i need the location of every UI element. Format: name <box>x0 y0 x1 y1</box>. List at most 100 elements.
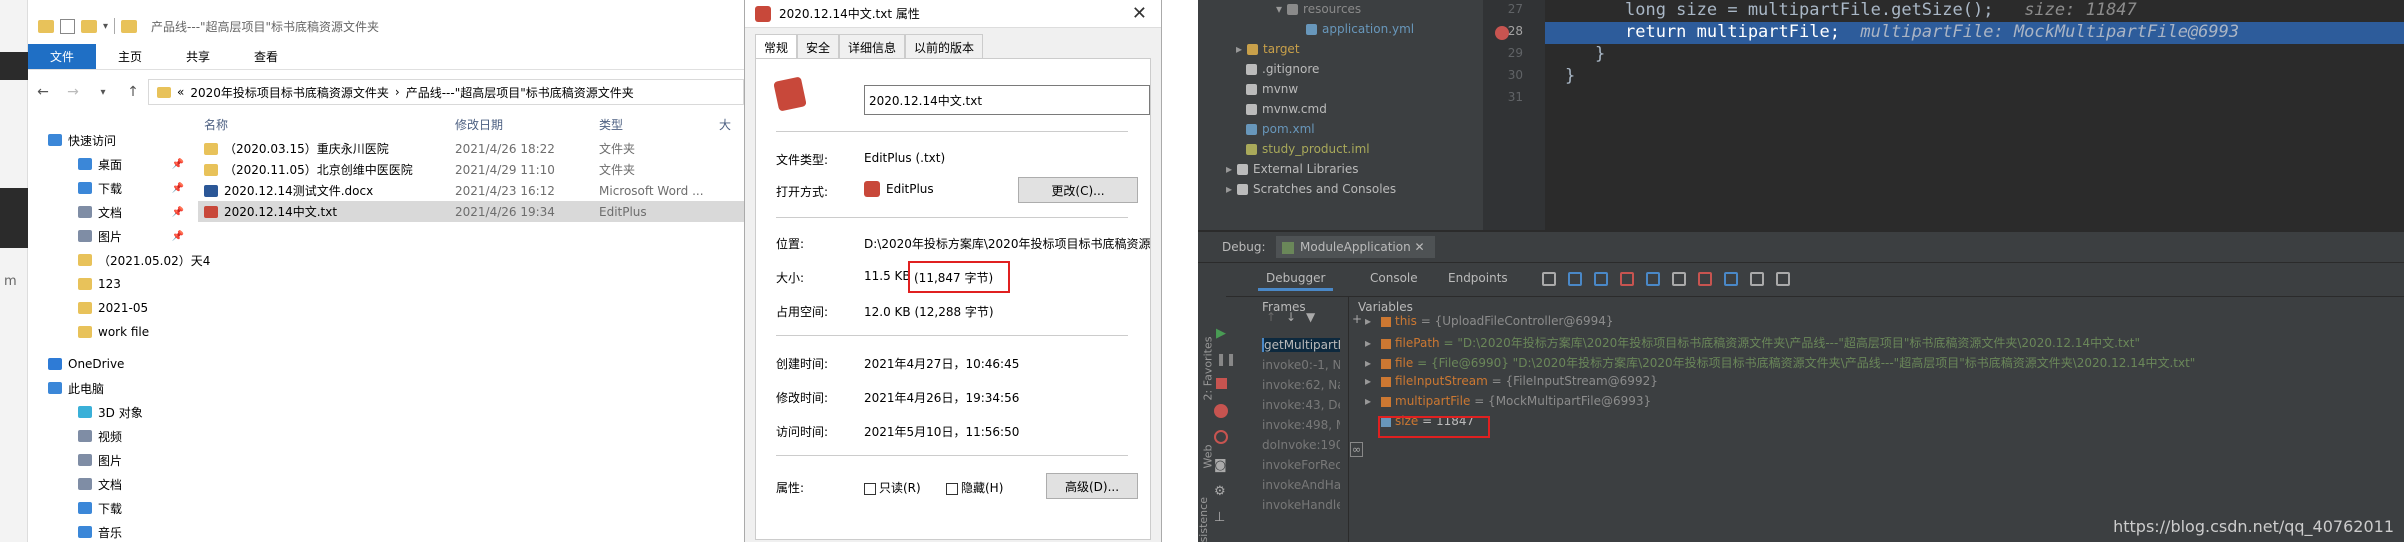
pin-icon[interactable]: ⊥ <box>1214 510 1225 525</box>
up-arrow-icon[interactable]: ↑ <box>118 84 148 100</box>
nav-item[interactable]: （2021.05.02）天4 <box>28 248 210 272</box>
readonly-checkbox[interactable]: 只读(R) <box>864 479 921 496</box>
stack-frame[interactable]: invokeHandle <box>1262 498 1340 512</box>
stack-frame[interactable]: doInvoke:190 <box>1262 438 1340 452</box>
tab-console[interactable]: Console <box>1362 268 1426 288</box>
expand-arrow-icon[interactable]: ▸ <box>1365 356 1377 370</box>
variable-row[interactable]: ▸ file = {File@6990} "D:\2020年投标方案库\2020年… <box>1365 354 2195 371</box>
variable-row[interactable]: ▸ fileInputStream = {FileInputStream@6992… <box>1365 374 1658 388</box>
variable-row[interactable]: ▸ multipartFile = {MockMultipartFile@6993… <box>1365 394 1651 408</box>
nav-item[interactable]: 此电脑 <box>28 376 188 400</box>
tab-previous-versions[interactable]: 以前的版本 <box>905 34 984 60</box>
nav-item[interactable]: 123 <box>28 272 188 296</box>
project-tree-item[interactable]: ▸ Scratches and Consoles <box>1226 182 1396 196</box>
pin-icon[interactable]: 📌 <box>172 183 184 194</box>
expand-arrow-icon[interactable]: ▾ <box>1276 2 1282 16</box>
stack-frame[interactable]: invoke:498, M <box>1262 418 1340 432</box>
tab-view[interactable]: 查看 <box>232 44 300 69</box>
add-watch-icon[interactable]: + <box>1352 312 1362 326</box>
resume-icon[interactable]: ▶ <box>1216 326 1226 341</box>
settings-icon[interactable]: ⚙ <box>1214 484 1226 499</box>
expand-arrow-icon[interactable]: ▸ <box>1365 394 1377 408</box>
nav-item[interactable]: 文档 <box>28 472 188 496</box>
nav-item[interactable]: 2021-05 <box>28 296 188 320</box>
pin-icon[interactable]: 📌 <box>172 231 184 242</box>
stop-icon[interactable] <box>1216 378 1227 389</box>
file-row[interactable]: 2020.12.14中文.txt 2021/4/26 19:34 EditPlus <box>198 201 744 222</box>
tab-general[interactable]: 常规 <box>755 34 798 60</box>
nav-item[interactable]: 文档 📌 <box>28 200 188 224</box>
project-tree-item[interactable]: ▸ External Libraries <box>1226 162 1358 176</box>
tab-endpoints[interactable]: Endpoints <box>1440 268 1516 288</box>
project-tree-item[interactable]: mvnw.cmd <box>1246 102 1327 116</box>
breakpoints-icon[interactable] <box>1214 404 1228 418</box>
nav-item[interactable]: 图片 <box>28 448 188 472</box>
nav-item[interactable]: 图片 📌 <box>28 224 188 248</box>
layout-icon[interactable] <box>1776 272 1790 286</box>
infinity-icon[interactable]: ∞ <box>1350 442 1364 457</box>
file-row[interactable]: （2020.11.05）北京创维中医医院 2021/4/29 11:10 文件夹 <box>198 159 744 180</box>
stack-frame[interactable]: invoke:43, De <box>1262 398 1340 412</box>
favorites-tab[interactable]: 2: Favorites <box>1201 337 1214 401</box>
nav-item[interactable]: 下载 📌 <box>28 176 188 200</box>
web-tab[interactable]: Web <box>1201 445 1214 469</box>
column-name[interactable]: 名称 <box>198 116 455 133</box>
column-size[interactable]: 大 <box>719 116 739 133</box>
variable-row[interactable]: ▸ filePath = "D:\2020年投标方案库\2020年投标项目标书底稿… <box>1365 334 2140 351</box>
column-date[interactable]: 修改日期 <box>455 116 599 133</box>
forward-arrow-icon[interactable]: → <box>58 84 88 100</box>
file-row[interactable]: （2020.03.15）重庆永川医院 2021/4/26 18:22 文件夹 <box>198 138 744 159</box>
breadcrumb-overflow[interactable]: « <box>177 85 184 99</box>
stack-frame[interactable]: invoke0:-1, N <box>1262 358 1340 372</box>
tab-home[interactable]: 主页 <box>96 44 164 69</box>
breakpoint-icon[interactable] <box>1495 26 1509 40</box>
project-tree-item[interactable]: study_product.iml <box>1246 142 1370 156</box>
expand-arrow-icon[interactable]: ▸ <box>1226 182 1232 196</box>
nav-item[interactable]: 桌面 📌 <box>28 152 188 176</box>
nav-item[interactable]: 3D 对象 <box>28 400 188 424</box>
breadcrumb-item[interactable]: 产品线---"超高层项目"标书底稿资源文件夹 <box>406 84 634 101</box>
chevron-down-icon[interactable]: ▾ <box>103 21 108 32</box>
force-step-into-icon[interactable] <box>1620 272 1634 286</box>
expand-arrow-icon[interactable]: ▸ <box>1226 162 1232 176</box>
stack-frame[interactable]: invokeAndHa <box>1262 478 1340 492</box>
breadcrumb-item[interactable]: 2020年投标项目标书底稿资源文件夹 <box>190 84 389 101</box>
run-to-cursor-icon[interactable] <box>1698 272 1712 286</box>
table-icon[interactable] <box>1750 272 1764 286</box>
pause-icon[interactable]: ❚❚ <box>1216 352 1236 366</box>
hidden-checkbox[interactable]: 隐藏(H) <box>946 479 1003 496</box>
new-folder-icon[interactable] <box>81 19 97 33</box>
list-icon[interactable] <box>1542 272 1556 286</box>
debug-session-tab[interactable]: ModuleApplication ✕ <box>1276 236 1435 258</box>
tab-debugger[interactable]: Debugger <box>1258 268 1334 291</box>
tab-security[interactable]: 安全 <box>797 34 840 60</box>
filename-input[interactable]: 2020.12.14中文.txt <box>864 85 1150 115</box>
column-type[interactable]: 类型 <box>599 116 719 133</box>
tab-share[interactable]: 共享 <box>164 44 232 69</box>
properties-icon[interactable] <box>60 18 75 34</box>
expand-arrow-icon[interactable]: ▸ <box>1365 336 1377 350</box>
filter-icon[interactable]: ▼ <box>1306 310 1315 324</box>
stack-frame[interactable]: invoke:62, Na <box>1262 378 1340 392</box>
step-into-icon[interactable] <box>1594 272 1608 286</box>
up-arrow-icon[interactable]: ↑ <box>1266 310 1276 324</box>
expand-arrow-icon[interactable]: ▸ <box>1365 374 1377 388</box>
step-over-icon[interactable] <box>1568 272 1582 286</box>
project-tree-item[interactable]: mvnw <box>1246 82 1298 96</box>
change-button[interactable]: 更改(C)... <box>1018 177 1138 203</box>
persistence-tab[interactable]: Persistence <box>1198 497 1210 542</box>
expand-arrow-icon[interactable]: ▸ <box>1236 42 1242 56</box>
stack-frame[interactable]: invokeForRec <box>1262 458 1340 472</box>
checkbox-icon[interactable] <box>946 482 958 495</box>
nav-item[interactable]: 视频 <box>28 424 188 448</box>
file-row[interactable]: 2020.12.14测试文件.docx 2021/4/23 16:12 Micros… <box>198 180 744 201</box>
address-bar[interactable]: « 2020年投标项目标书底稿资源文件夹 › 产品线---"超高层项目"标书底稿… <box>148 79 744 105</box>
recent-chevron-icon[interactable]: ▾ <box>88 87 118 98</box>
close-icon[interactable]: ✕ <box>1132 3 1147 24</box>
nav-item[interactable]: work file <box>28 320 188 344</box>
mute-breakpoints-icon[interactable] <box>1214 430 1228 444</box>
step-out-icon[interactable] <box>1646 272 1660 286</box>
nav-item[interactable]: OneDrive <box>28 352 188 376</box>
nav-item[interactable]: 音乐 <box>28 520 188 542</box>
project-tree-item[interactable]: pom.xml <box>1246 122 1315 136</box>
